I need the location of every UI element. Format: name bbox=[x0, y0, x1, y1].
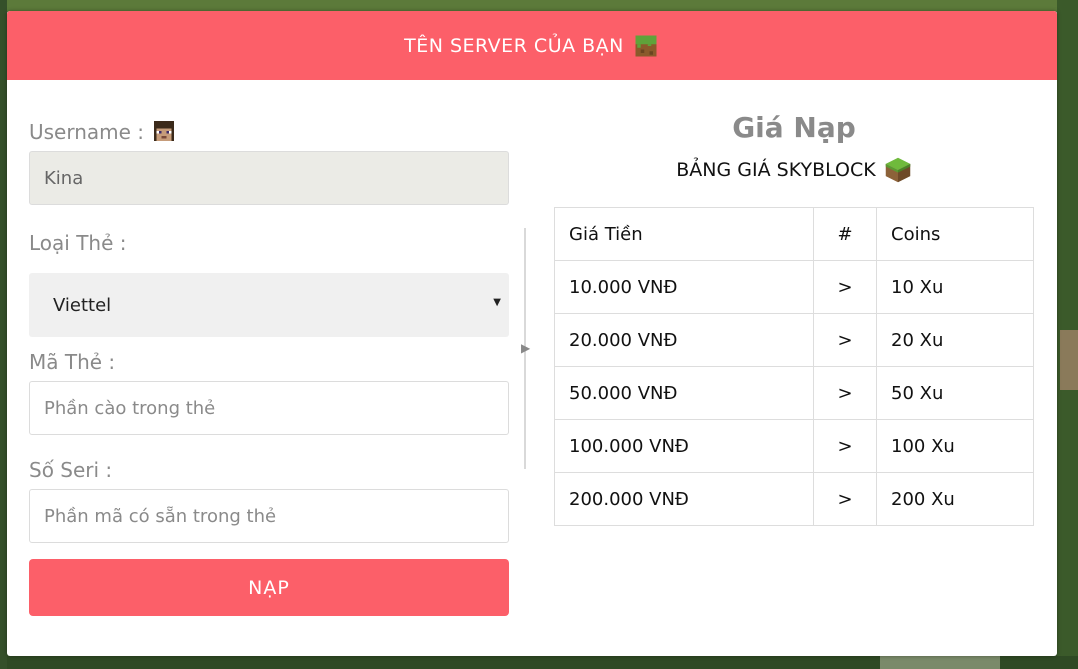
card-type-select[interactable]: Viettel ▼ bbox=[29, 273, 509, 337]
header-price: Giá Tiền bbox=[554, 207, 814, 261]
price-cell: 100.000 VNĐ bbox=[554, 419, 814, 473]
table-row: 10.000 VNĐ > 10 Xu bbox=[554, 260, 1034, 314]
donation-panel: TÊN SERVER CỦA BẠN Username : Loại Thẻ bbox=[7, 11, 1057, 656]
table-row: 20.000 VNĐ > 20 Xu bbox=[554, 313, 1034, 367]
arrow-right-icon: ▶ bbox=[521, 341, 531, 355]
chevron-down-icon: ▼ bbox=[493, 297, 501, 308]
username-label-text: Username : bbox=[29, 120, 145, 144]
arrow-cell: > bbox=[813, 472, 877, 526]
player-face-icon bbox=[154, 121, 175, 141]
pricing-title: Giá Nạp bbox=[732, 111, 856, 144]
table-row: 200.000 VNĐ > 200 Xu bbox=[554, 472, 1034, 526]
table-row: 100.000 VNĐ > 100 Xu bbox=[554, 419, 1034, 473]
price-cell: 10.000 VNĐ bbox=[554, 260, 814, 314]
price-cell: 200.000 VNĐ bbox=[554, 472, 814, 526]
coins-cell: 50 Xu bbox=[876, 366, 1034, 420]
table-row: 50.000 VNĐ > 50 Xu bbox=[554, 366, 1034, 420]
price-cell: 50.000 VNĐ bbox=[554, 366, 814, 420]
panel-header: TÊN SERVER CỦA BẠN bbox=[7, 11, 1057, 80]
arrow-cell: > bbox=[813, 260, 877, 314]
pricing-section: Giá Nạp BẢNG GIÁ SKYBLOCK Giá Tiền # Coi… bbox=[554, 111, 1034, 526]
header-coins: Coins bbox=[876, 207, 1034, 261]
coins-cell: 100 Xu bbox=[876, 419, 1034, 473]
server-title: TÊN SERVER CỦA BẠN bbox=[404, 34, 624, 57]
grass-block-icon bbox=[885, 157, 910, 183]
price-cell: 20.000 VNĐ bbox=[554, 313, 814, 367]
username-label: Username : bbox=[29, 119, 509, 145]
coins-cell: 200 Xu bbox=[876, 472, 1034, 526]
pricing-subtitle: BẢNG GIÁ SKYBLOCK bbox=[554, 156, 1034, 184]
username-input[interactable] bbox=[29, 151, 509, 205]
grass-block-icon bbox=[635, 35, 657, 56]
serial-label: Số Seri : bbox=[29, 458, 113, 482]
serial-input[interactable] bbox=[29, 489, 509, 543]
coins-cell: 10 Xu bbox=[876, 260, 1034, 314]
pricing-subtitle-text: BẢNG GIÁ SKYBLOCK bbox=[676, 159, 876, 181]
arrow-cell: > bbox=[813, 419, 877, 473]
table-header-row: Giá Tiền # Coins bbox=[554, 207, 1034, 261]
submit-button[interactable]: NẠP bbox=[29, 559, 509, 616]
card-type-label: Loại Thẻ : bbox=[29, 231, 127, 255]
card-type-selected: Viettel bbox=[53, 294, 112, 316]
card-code-label: Mã Thẻ : bbox=[29, 350, 116, 374]
arrow-cell: > bbox=[813, 313, 877, 367]
arrow-cell: > bbox=[813, 366, 877, 420]
topup-form: Username : Loại Thẻ : Viettel ▼ Mã Thẻ :… bbox=[29, 119, 509, 616]
coins-cell: 20 Xu bbox=[876, 313, 1034, 367]
price-table: Giá Tiền # Coins 10.000 VNĐ > 10 Xu 20.0… bbox=[554, 207, 1034, 526]
header-hash: # bbox=[813, 207, 877, 261]
card-code-input[interactable] bbox=[29, 381, 509, 435]
